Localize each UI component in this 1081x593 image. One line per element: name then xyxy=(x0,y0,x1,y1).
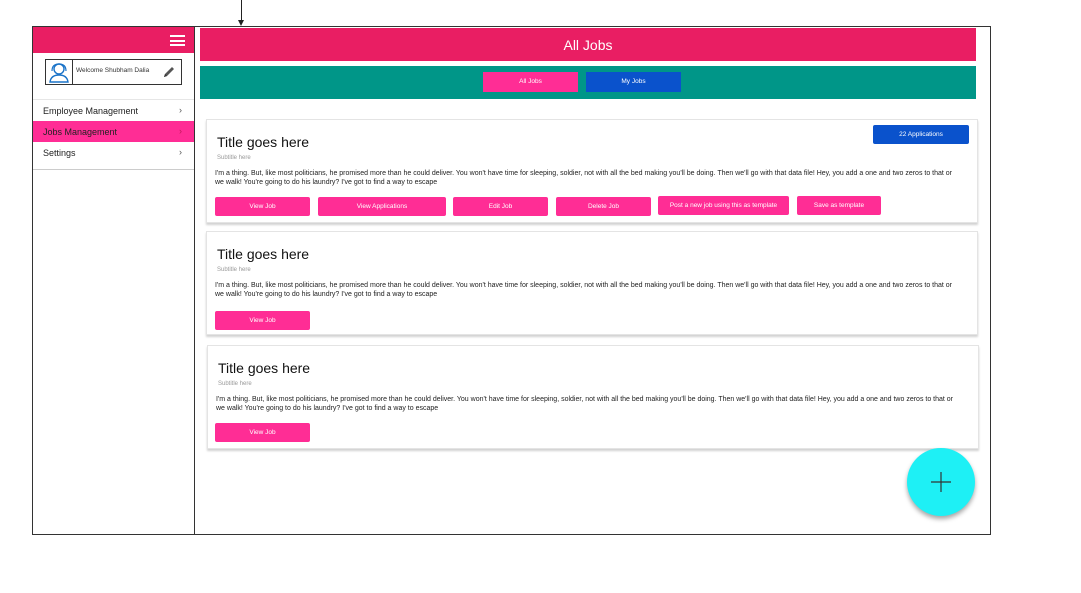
job-subtitle: Subtitle here xyxy=(218,381,252,387)
main-content: All Jobs All Jobs My Jobs Title goes her… xyxy=(194,26,991,535)
job-card: Title goes here Subtitle here I'm a thin… xyxy=(206,231,978,335)
applications-count-button[interactable]: 22 Applications xyxy=(873,125,969,144)
welcome-text: Welcome Shubham Dalia xyxy=(76,67,150,74)
job-card: Title goes here 22 Applications Subtitle… xyxy=(206,119,978,223)
page-title: All Jobs xyxy=(563,37,613,53)
user-avatar-icon xyxy=(49,63,69,83)
edit-job-button[interactable]: Edit Job xyxy=(453,197,548,216)
sidebar-header xyxy=(33,27,194,53)
view-job-button[interactable]: View Job xyxy=(215,197,310,216)
sidebar-item-settings[interactable]: Settings › xyxy=(33,142,194,163)
tab-all-jobs[interactable]: All Jobs xyxy=(483,72,578,92)
chevron-right-icon: › xyxy=(179,126,182,136)
job-description: I'm a thing. But, like most politicians,… xyxy=(216,396,954,412)
job-title: Title goes here xyxy=(218,360,311,376)
tab-my-jobs[interactable]: My Jobs xyxy=(586,72,681,92)
sidebar-nav: Employee Management › Jobs Management › … xyxy=(33,99,194,170)
user-profile-box: Welcome Shubham Dalia xyxy=(45,59,182,85)
page-header: All Jobs xyxy=(200,28,976,61)
view-applications-button[interactable]: View Applications xyxy=(318,197,446,216)
sidebar-item-employee-management[interactable]: Employee Management › xyxy=(33,100,194,121)
sidebar-item-jobs-management[interactable]: Jobs Management › xyxy=(33,121,194,142)
job-title: Title goes here xyxy=(217,246,310,262)
sidebar-item-label: Settings xyxy=(43,148,76,158)
job-subtitle: Subtitle here xyxy=(217,267,251,273)
job-description: I'm a thing. But, like most politicians,… xyxy=(215,170,953,186)
sidebar-item-label: Jobs Management xyxy=(43,127,118,137)
chevron-right-icon: › xyxy=(179,105,182,115)
job-subtitle: Subtitle here xyxy=(217,155,251,161)
pencil-icon[interactable] xyxy=(162,65,176,79)
sidebar: Welcome Shubham Dalia Employee Managemen… xyxy=(32,26,195,535)
chevron-right-icon: › xyxy=(179,147,182,157)
view-job-button[interactable]: View Job xyxy=(215,311,310,330)
plus-icon xyxy=(931,472,951,492)
sidebar-item-label: Employee Management xyxy=(43,106,139,116)
delete-job-button[interactable]: Delete Job xyxy=(556,197,651,216)
avatar-divider xyxy=(72,60,73,84)
save-template-button[interactable]: Save as template xyxy=(797,196,881,215)
arrow-line xyxy=(241,0,242,21)
hamburger-menu-icon[interactable] xyxy=(170,35,185,46)
post-template-button[interactable]: Post a new job using this as template xyxy=(658,196,789,215)
job-title: Title goes here xyxy=(217,134,310,150)
job-description: I'm a thing. But, like most politicians,… xyxy=(215,282,953,298)
view-job-button[interactable]: View Job xyxy=(215,423,310,442)
job-card: Title goes here Subtitle here I'm a thin… xyxy=(207,345,979,449)
add-job-button[interactable] xyxy=(907,448,975,516)
tab-bar: All Jobs My Jobs xyxy=(200,66,976,99)
